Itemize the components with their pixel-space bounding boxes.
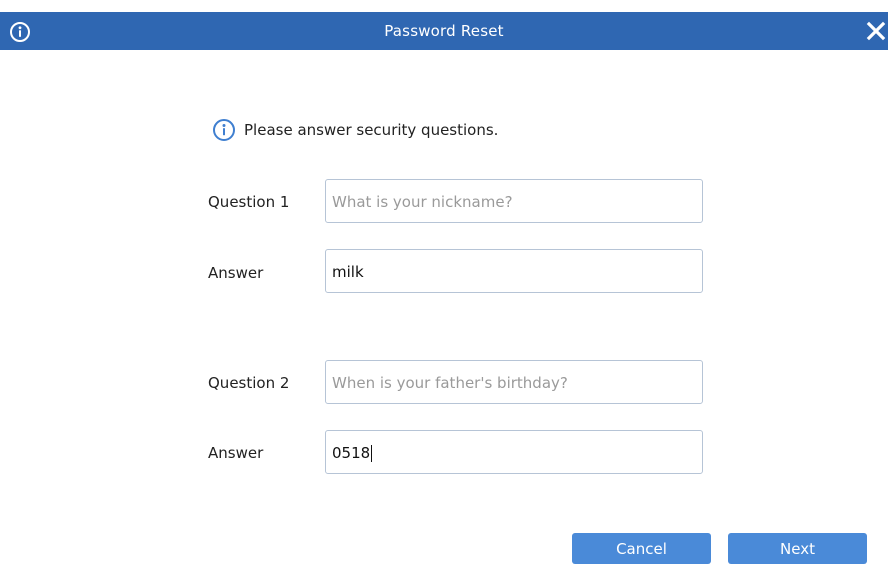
title-bar: Password Reset: [0, 12, 888, 50]
question-2-label: Question 2: [208, 374, 290, 392]
window-title: Password Reset: [384, 22, 504, 40]
answer-1-label: Answer: [208, 264, 264, 282]
text-caret: [371, 445, 373, 462]
answer-2-value: 0518: [332, 444, 371, 462]
answer-1-input[interactable]: milk: [325, 249, 703, 293]
question-1-text: What is your nickname?: [332, 193, 513, 211]
question-2-text: When is your father's birthday?: [332, 374, 568, 392]
next-button[interactable]: Next: [728, 533, 867, 564]
question-1-label: Question 1: [208, 193, 290, 211]
info-icon: [212, 118, 236, 142]
cancel-button[interactable]: Cancel: [572, 533, 711, 564]
answer-2-text-wrap: 0518: [332, 444, 373, 462]
security-hint: Please answer security questions.: [212, 118, 498, 142]
answer-2-label: Answer: [208, 444, 264, 462]
answer-2-input[interactable]: 0518: [325, 430, 703, 474]
question-2-field[interactable]: When is your father's birthday?: [325, 360, 703, 404]
question-1-field[interactable]: What is your nickname?: [325, 179, 703, 223]
answer-1-value: milk: [332, 263, 364, 281]
close-icon[interactable]: [864, 19, 888, 43]
top-strip: [0, 0, 888, 12]
hint-text: Please answer security questions.: [244, 121, 499, 139]
